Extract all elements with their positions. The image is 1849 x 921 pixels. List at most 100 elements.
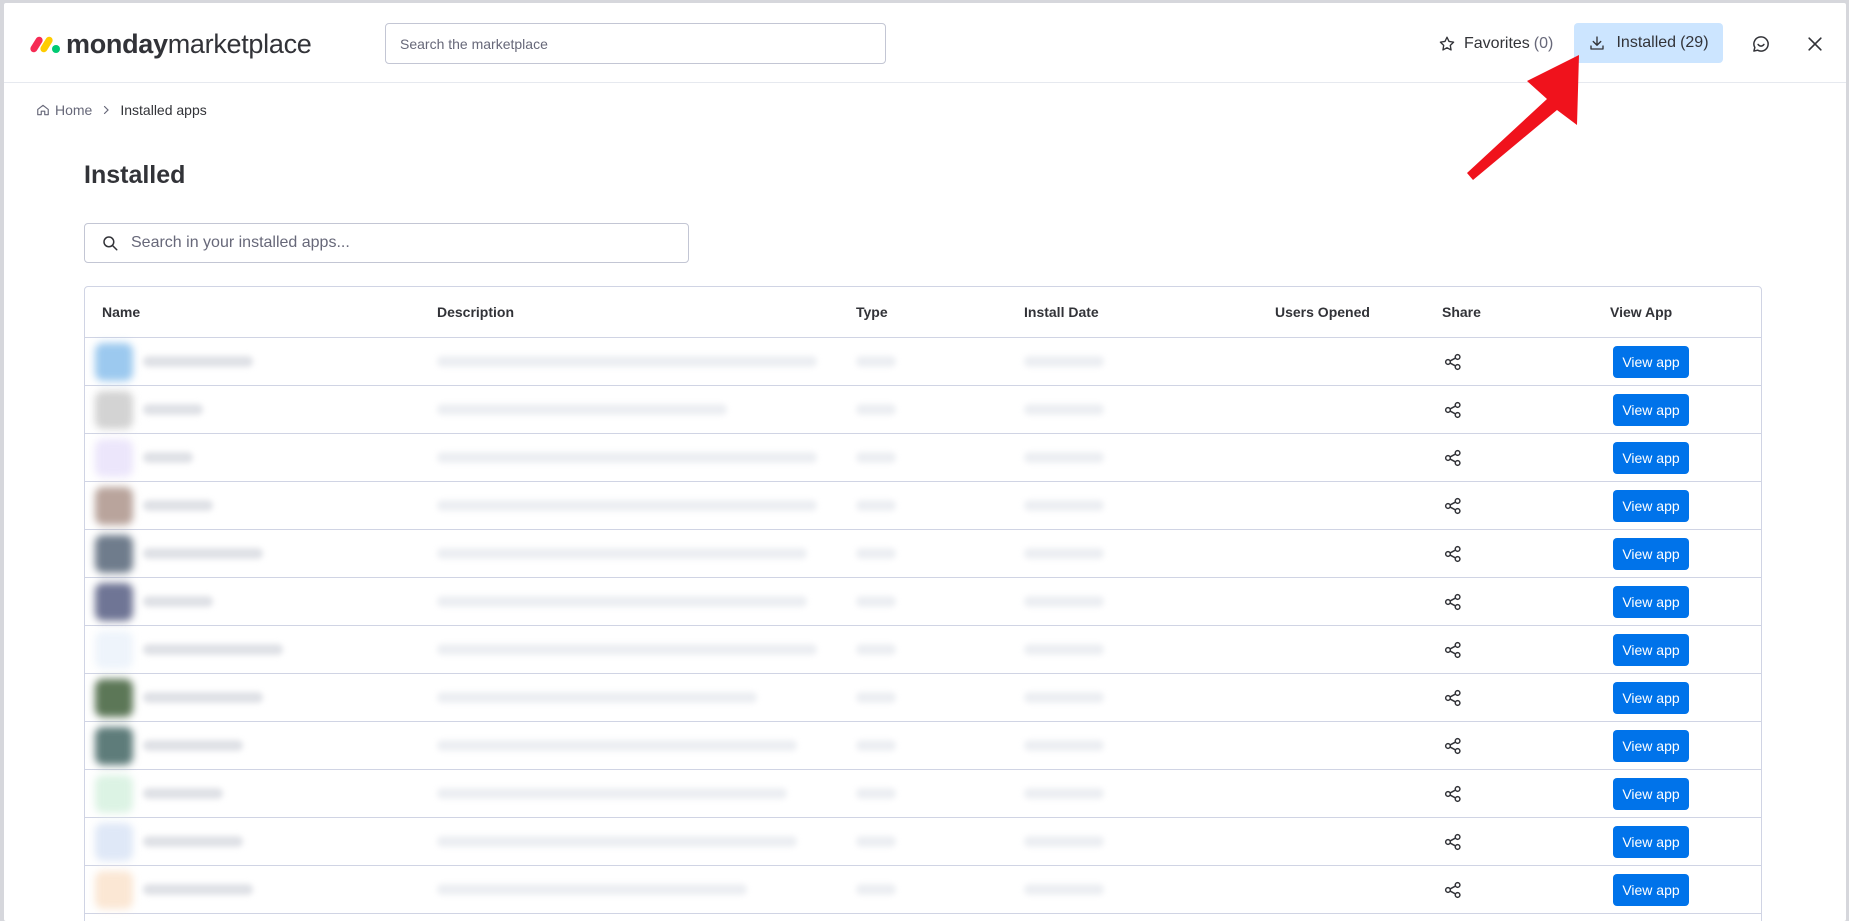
share-icon[interactable] xyxy=(1442,831,1464,853)
app-icon xyxy=(95,727,133,765)
monday-marketplace-logo[interactable]: mondaymarketplace xyxy=(29,29,312,60)
installed-button[interactable]: Installed (29) xyxy=(1574,23,1723,63)
share-icon[interactable] xyxy=(1442,495,1464,517)
install-date-redacted xyxy=(1024,452,1104,463)
install-date-redacted xyxy=(1024,548,1104,559)
favorites-count: (0) xyxy=(1533,34,1554,52)
view-app-button[interactable]: View app xyxy=(1613,634,1689,666)
table-body: View app View app View app View app View app… xyxy=(85,338,1761,914)
app-description-redacted xyxy=(437,788,787,799)
app-description-redacted xyxy=(437,644,817,655)
installed-label: Installed xyxy=(1616,34,1677,51)
view-app-button[interactable]: View app xyxy=(1613,778,1689,810)
table-header: Name Description Type Install Date Users… xyxy=(85,287,1761,338)
app-type-redacted xyxy=(856,644,896,655)
table-row: View app xyxy=(85,386,1761,434)
table-row: View app xyxy=(85,482,1761,530)
marketplace-search-input[interactable] xyxy=(385,23,886,64)
view-app-button[interactable]: View app xyxy=(1613,394,1689,426)
app-description-redacted xyxy=(437,548,807,559)
app-type-redacted xyxy=(856,740,896,751)
view-app-button[interactable]: View app xyxy=(1613,442,1689,474)
app-description-redacted xyxy=(437,356,817,367)
share-icon[interactable] xyxy=(1442,687,1464,709)
breadcrumb-home-link[interactable]: Home xyxy=(55,102,92,118)
view-app-button[interactable]: View app xyxy=(1613,586,1689,618)
col-share[interactable]: Share xyxy=(1442,304,1481,320)
share-icon[interactable] xyxy=(1442,399,1464,421)
view-app-button[interactable]: View app xyxy=(1613,346,1689,378)
install-date-redacted xyxy=(1024,596,1104,607)
table-row: View app xyxy=(85,578,1761,626)
share-icon[interactable] xyxy=(1442,735,1464,757)
installed-search-input[interactable] xyxy=(131,234,671,252)
favorites-label: Favorites xyxy=(1464,34,1530,52)
share-icon[interactable] xyxy=(1442,351,1464,373)
app-name-redacted xyxy=(143,740,243,751)
share-icon[interactable] xyxy=(1442,879,1464,901)
install-date-redacted xyxy=(1024,740,1104,751)
share-icon[interactable] xyxy=(1442,591,1464,613)
share-icon[interactable] xyxy=(1442,639,1464,661)
app-icon xyxy=(95,391,133,429)
col-type[interactable]: Type xyxy=(856,304,888,320)
app-description-redacted xyxy=(437,884,747,895)
app-icon xyxy=(95,823,133,861)
app-type-redacted xyxy=(856,788,896,799)
app-name-redacted xyxy=(143,404,203,415)
app-icon xyxy=(95,583,133,621)
install-date-redacted xyxy=(1024,356,1104,367)
app-type-redacted xyxy=(856,884,896,895)
table-row: View app xyxy=(85,434,1761,482)
view-app-button[interactable]: View app xyxy=(1613,826,1689,858)
app-name-redacted xyxy=(143,884,253,895)
table-row: View app xyxy=(85,626,1761,674)
col-users-opened[interactable]: Users Opened xyxy=(1275,304,1370,320)
col-view-app[interactable]: View App xyxy=(1610,304,1672,320)
view-app-button[interactable]: View app xyxy=(1613,730,1689,762)
col-name[interactable]: Name xyxy=(102,304,140,320)
install-date-redacted xyxy=(1024,788,1104,799)
view-app-button[interactable]: View app xyxy=(1613,538,1689,570)
close-icon xyxy=(1805,34,1825,54)
app-description-redacted xyxy=(437,404,727,415)
app-type-redacted xyxy=(856,836,896,847)
search-icon xyxy=(101,234,119,252)
col-description[interactable]: Description xyxy=(437,304,514,320)
view-app-button[interactable]: View app xyxy=(1613,682,1689,714)
app-description-redacted xyxy=(437,740,797,751)
app-name-redacted xyxy=(143,788,223,799)
app-name-redacted xyxy=(143,548,263,559)
app-description-redacted xyxy=(437,452,817,463)
table-row: View app xyxy=(85,338,1761,386)
feedback-button[interactable] xyxy=(1746,29,1776,59)
installed-search-box[interactable] xyxy=(84,223,689,263)
brand-rest: marketplace xyxy=(167,29,312,59)
table-row: View app xyxy=(85,674,1761,722)
table-row: View app xyxy=(85,722,1761,770)
installed-apps-table: Name Description Type Install Date Users… xyxy=(84,286,1762,921)
app-type-redacted xyxy=(856,500,896,511)
share-icon[interactable] xyxy=(1442,543,1464,565)
installed-count: (29) xyxy=(1680,34,1709,51)
app-name-redacted xyxy=(143,644,283,655)
install-date-redacted xyxy=(1024,644,1104,655)
col-install-date[interactable]: Install Date xyxy=(1024,304,1099,320)
close-button[interactable] xyxy=(1800,29,1830,59)
app-icon xyxy=(95,487,133,525)
table-row: View app xyxy=(85,770,1761,818)
app-name-redacted xyxy=(143,596,213,607)
breadcrumb: Home Installed apps xyxy=(36,102,207,118)
share-icon[interactable] xyxy=(1442,783,1464,805)
monday-logo-icon xyxy=(29,34,60,55)
download-icon xyxy=(1588,34,1606,52)
view-app-button[interactable]: View app xyxy=(1613,874,1689,906)
install-date-redacted xyxy=(1024,884,1104,895)
app-icon xyxy=(95,535,133,573)
app-type-redacted xyxy=(856,596,896,607)
star-icon xyxy=(1438,35,1456,53)
share-icon[interactable] xyxy=(1442,447,1464,469)
app-icon xyxy=(95,871,133,909)
view-app-button[interactable]: View app xyxy=(1613,490,1689,522)
marketplace-modal: mondaymarketplace Favorites (0) Installe… xyxy=(4,3,1846,921)
